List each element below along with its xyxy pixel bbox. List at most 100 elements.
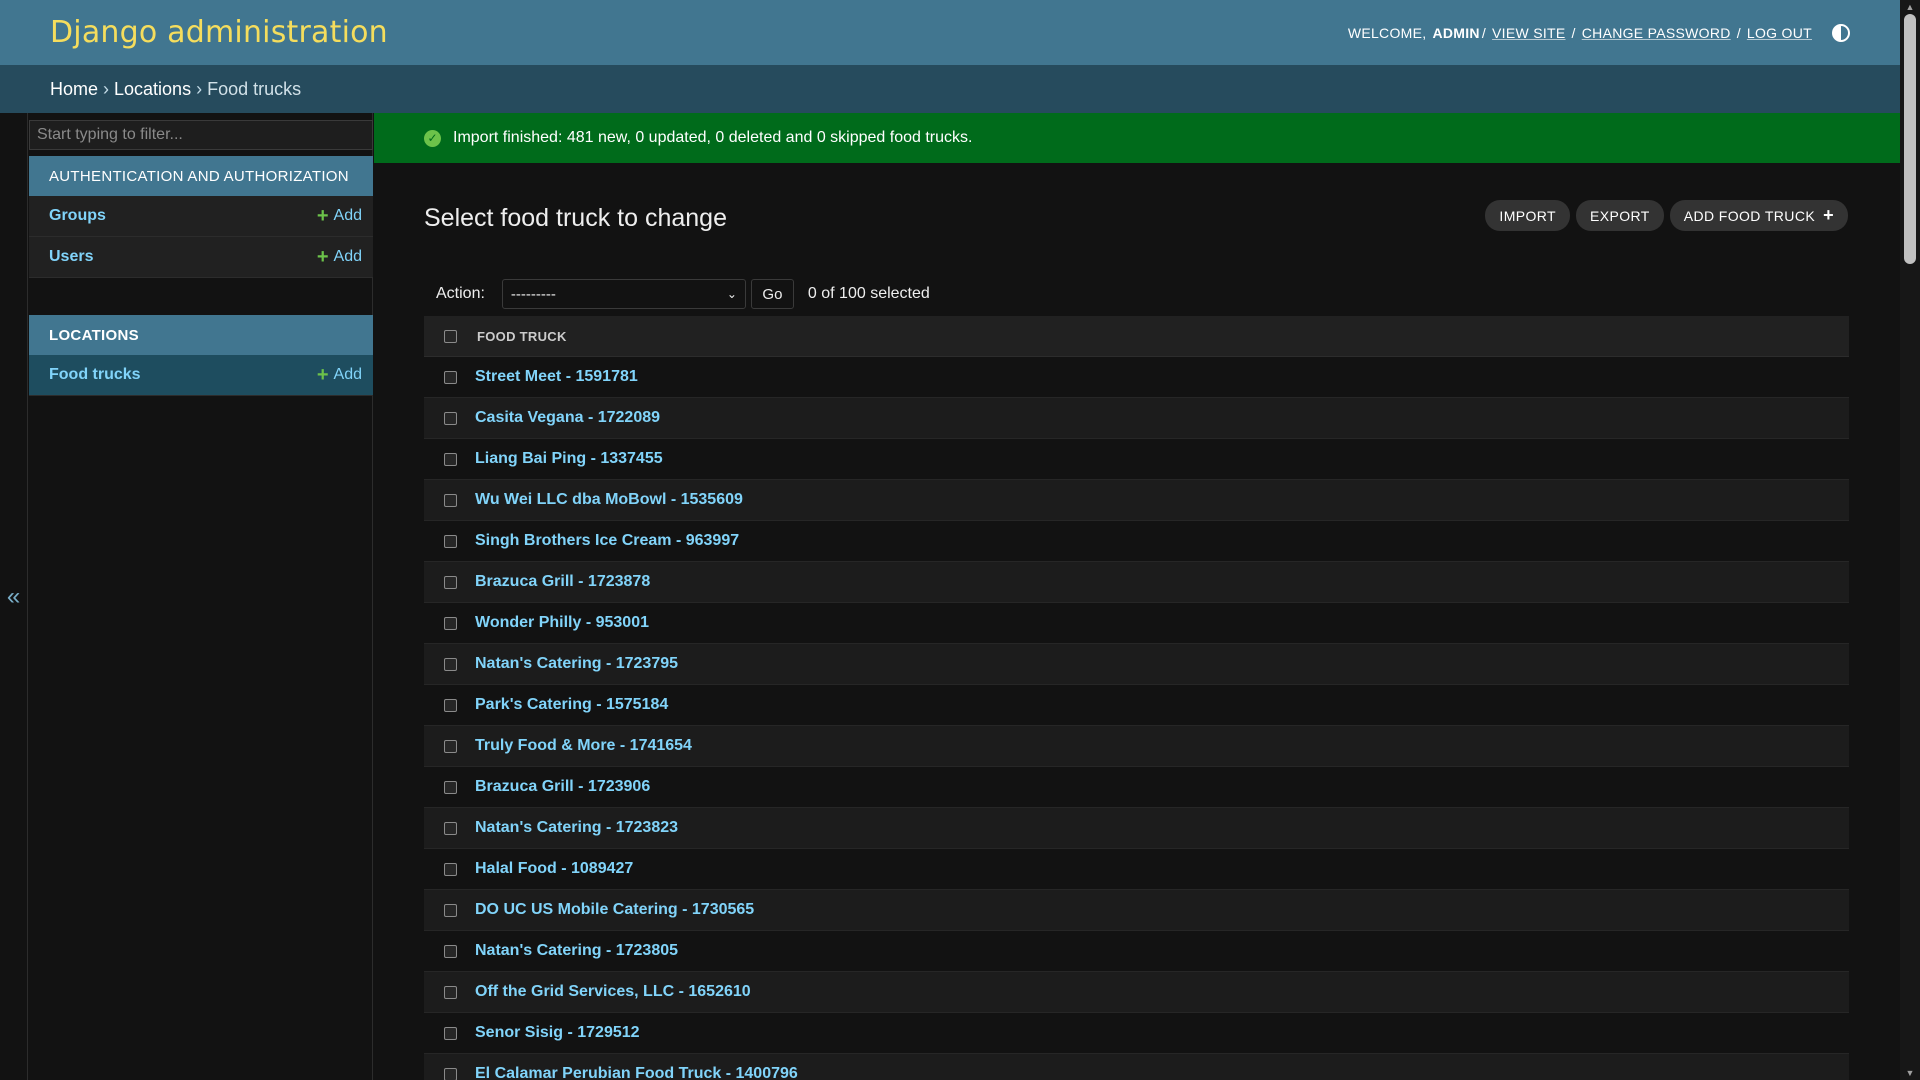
food-truck-link[interactable]: DO UC US Mobile Catering - 1730565 (475, 901, 754, 919)
add-label: Add (333, 366, 362, 383)
success-check-icon: ✓ (424, 129, 441, 147)
username: ADMIN (1432, 24, 1480, 41)
food-truck-link[interactable]: Wonder Philly - 953001 (475, 614, 649, 632)
food-truck-link[interactable]: Off the Grid Services, LLC - 1652610 (475, 983, 751, 1001)
row-checkbox[interactable] (444, 903, 457, 917)
table-row: El Calamar Perubian Food Truck - 1400796 (424, 1054, 1849, 1080)
row-checkbox-cell (424, 1026, 477, 1040)
row-checkbox[interactable] (444, 493, 457, 507)
add-label: Add (333, 248, 362, 265)
food-truck-link[interactable]: Natan's Catering - 1723823 (475, 819, 678, 837)
breadcrumb-locations[interactable]: Locations (114, 79, 191, 100)
row-checkbox-cell (424, 862, 477, 876)
food-truck-link[interactable]: Park's Catering - 1575184 (475, 696, 668, 714)
food-truck-link[interactable]: El Calamar Perubian Food Truck - 1400796 (475, 1065, 798, 1080)
add-group-link[interactable]: + Add (317, 206, 362, 226)
table-row: Wonder Philly - 953001 (424, 603, 1849, 644)
food-truck-link[interactable]: Truly Food & More - 1741654 (475, 737, 692, 755)
row-checkbox[interactable] (444, 411, 457, 425)
row-checkbox[interactable] (444, 944, 457, 958)
row-checkbox[interactable] (444, 616, 457, 630)
welcome-text: WELCOME, (1347, 24, 1427, 41)
sidebar-item-food-trucks: Food trucks + Add (29, 355, 373, 396)
food-truck-link[interactable]: Wu Wei LLC dba MoBowl - 1535609 (475, 491, 743, 509)
row-checkbox[interactable] (444, 985, 457, 999)
theme-toggle-icon[interactable] (1832, 23, 1850, 42)
separator: / (1571, 24, 1576, 41)
row-checkbox[interactable] (444, 1067, 457, 1080)
food-truck-link[interactable]: Natan's Catering - 1723805 (475, 942, 678, 960)
chevron-down-icon: ⌄ (726, 287, 737, 301)
table-row: Truly Food & More - 1741654 (424, 726, 1849, 767)
collapse-sidebar-button[interactable]: « (0, 113, 28, 1080)
row-checkbox[interactable] (444, 780, 457, 794)
breadcrumb-home[interactable]: Home (50, 79, 98, 100)
row-checkbox-cell (424, 821, 477, 835)
scroll-up-icon[interactable]: ▲ (1900, 0, 1920, 14)
row-checkbox[interactable] (444, 657, 457, 671)
row-checkbox[interactable] (444, 575, 457, 589)
view-site-link[interactable]: VIEW SITE (1492, 25, 1566, 41)
add-label: Add (333, 207, 362, 224)
import-button[interactable]: IMPORT (1485, 200, 1570, 231)
row-checkbox[interactable] (444, 534, 457, 548)
go-button[interactable]: Go (750, 279, 794, 309)
export-button[interactable]: EXPORT (1576, 200, 1664, 231)
table-row: Liang Bai Ping - 1337455 (424, 439, 1849, 480)
add-food-truck-button[interactable]: ADD FOOD TRUCK + (1669, 200, 1848, 231)
table-row: Natan's Catering - 1723795 (424, 644, 1849, 685)
add-food-truck-link[interactable]: + Add (317, 365, 362, 385)
user-tools: WELCOME, ADMIN / VIEW SITE / CHANGE PASS… (1347, 23, 1850, 42)
food-truck-link[interactable]: Casita Vegana - 1722089 (475, 409, 660, 427)
row-checkbox-cell (424, 575, 477, 589)
row-checkbox-cell (424, 657, 477, 671)
sidebar-item-users-link[interactable]: Users (49, 248, 93, 266)
separator: / (1481, 24, 1487, 41)
food-truck-link[interactable]: Street Meet - 1591781 (475, 368, 638, 386)
row-checkbox[interactable] (444, 862, 457, 876)
row-checkbox-cell (424, 493, 477, 507)
scrollbar[interactable]: ▲ ▼ (1900, 0, 1920, 1080)
table-row: Brazuca Grill - 1723906 (424, 767, 1849, 808)
row-checkbox-cell (424, 1067, 477, 1080)
food-truck-link[interactable]: Halal Food - 1089427 (475, 860, 633, 878)
row-checkbox[interactable] (444, 452, 457, 466)
row-checkbox[interactable] (444, 370, 457, 384)
row-checkbox[interactable] (444, 698, 457, 712)
select-all-checkbox[interactable] (444, 329, 457, 343)
action-select[interactable]: --------- ⌄ (501, 279, 746, 309)
log-out-link[interactable]: LOG OUT (1747, 25, 1812, 41)
sidebar-item-food-trucks-link[interactable]: Food trucks (49, 366, 141, 384)
table-row: Street Meet - 1591781 (424, 357, 1849, 398)
table-row: Park's Catering - 1575184 (424, 685, 1849, 726)
food-truck-link[interactable]: Brazuca Grill - 1723906 (475, 778, 650, 796)
breadcrumb-current: Food trucks (207, 78, 302, 99)
app-caption-locations[interactable]: LOCATIONS (29, 315, 373, 355)
table-body: Street Meet - 1591781 Casita Vegana - 172… (424, 357, 1849, 1080)
food-truck-link[interactable]: Brazuca Grill - 1723878 (475, 573, 650, 591)
app-caption-auth[interactable]: AUTHENTICATION AND AUTHORIZATION (29, 156, 373, 196)
row-checkbox[interactable] (444, 1026, 457, 1040)
scrollbar-thumb[interactable] (1904, 14, 1916, 264)
food-truck-link[interactable]: Senor Sisig - 1729512 (475, 1024, 640, 1042)
header: Django administration WELCOME, ADMIN / V… (0, 0, 1900, 65)
add-food-truck-label: ADD FOOD TRUCK (1683, 207, 1816, 224)
sidebar-filter-input[interactable] (29, 120, 373, 150)
page-title: Select food truck to change (424, 204, 727, 232)
change-password-link[interactable]: CHANGE PASSWORD (1582, 25, 1731, 41)
select-all-cell (424, 329, 477, 343)
breadcrumb: Home › Locations › Food trucks (0, 65, 1900, 113)
add-user-link[interactable]: + Add (317, 247, 362, 267)
row-checkbox[interactable] (444, 739, 457, 753)
app-caption-label: AUTHENTICATION AND AUTHORIZATION (49, 167, 349, 185)
sidebar-item-groups-link[interactable]: Groups (49, 207, 106, 225)
food-truck-link[interactable]: Liang Bai Ping - 1337455 (475, 450, 663, 468)
site-branding[interactable]: Django administration (50, 15, 388, 50)
scroll-down-icon[interactable]: ▼ (1900, 1066, 1920, 1080)
row-checkbox-cell (424, 944, 477, 958)
row-checkbox[interactable] (444, 821, 457, 835)
column-header-food-truck[interactable]: FOOD TRUCK (477, 329, 567, 344)
food-truck-link[interactable]: Natan's Catering - 1723795 (475, 655, 678, 673)
food-truck-link[interactable]: Singh Brothers Ice Cream - 963997 (475, 532, 739, 550)
row-checkbox-cell (424, 698, 477, 712)
